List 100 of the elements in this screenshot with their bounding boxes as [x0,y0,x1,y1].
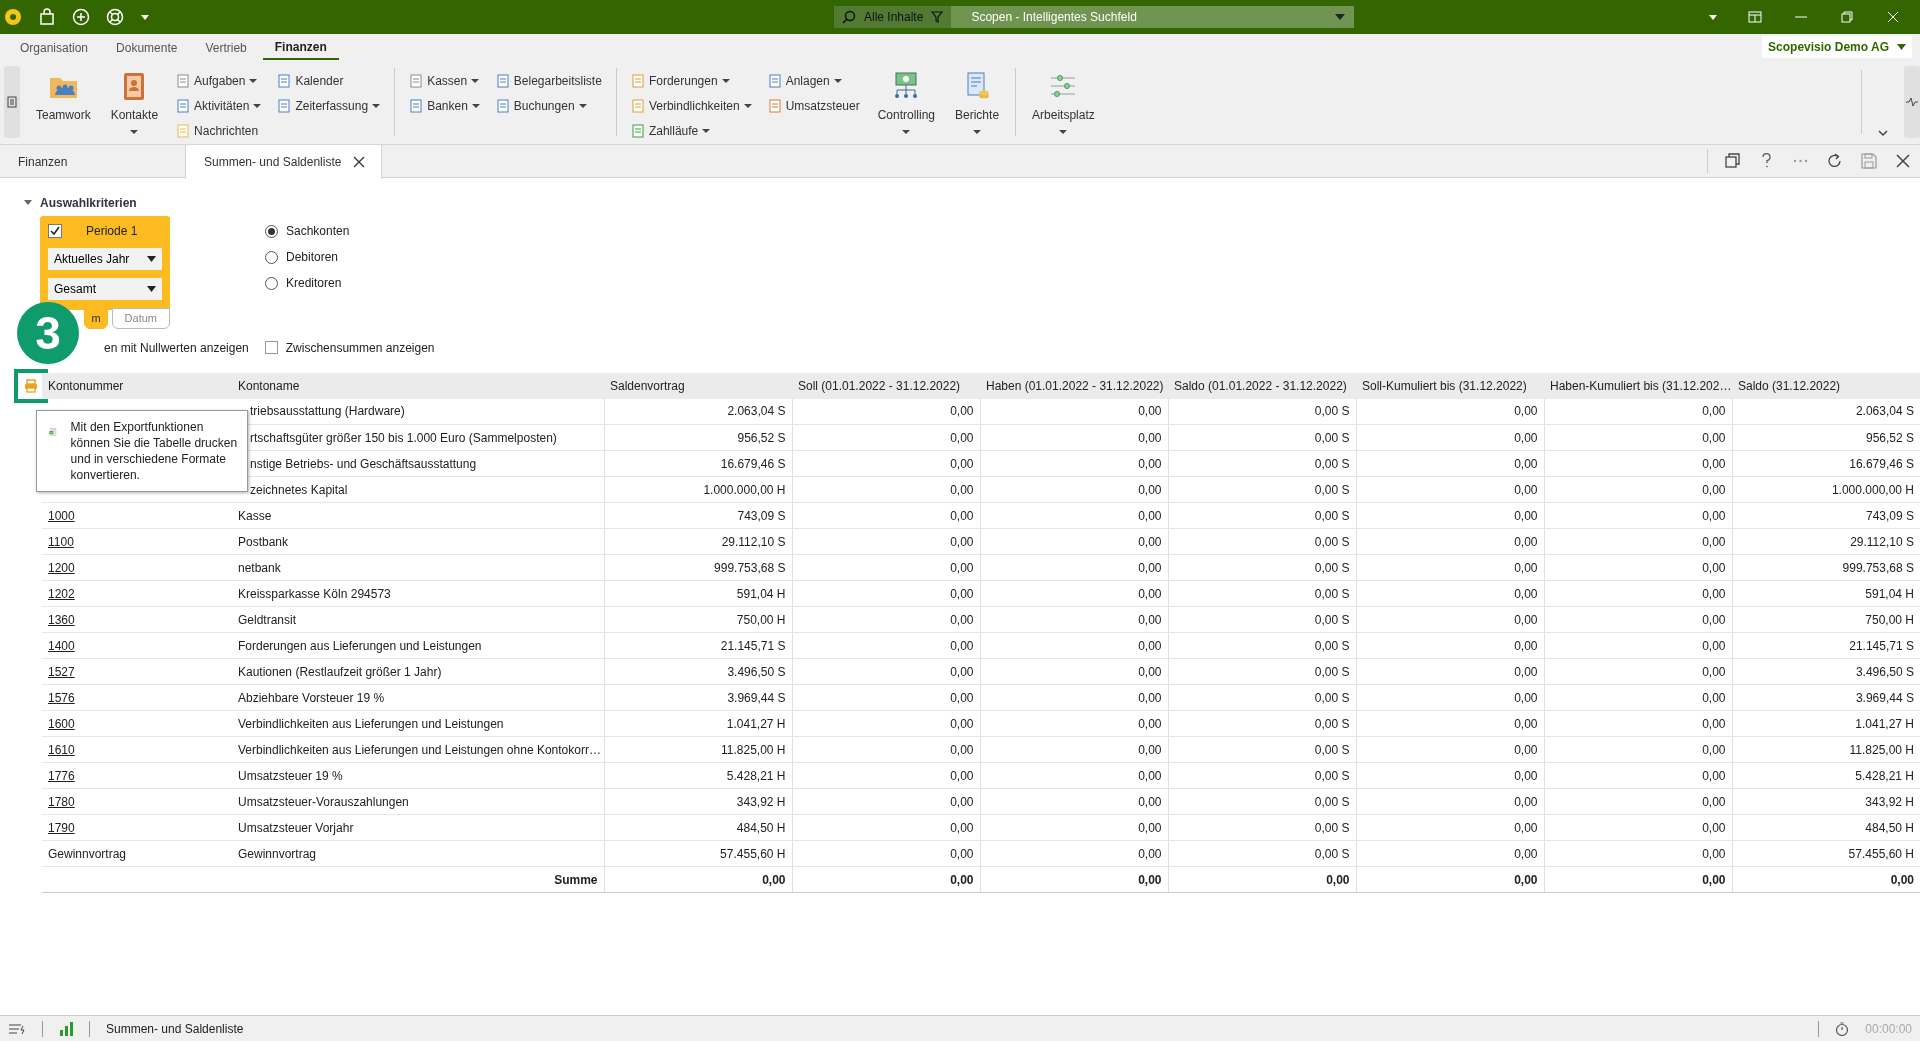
plus-icon[interactable] [72,8,90,26]
ribbon-button[interactable]: Banken [405,93,484,118]
ribbon-button[interactable]: Teamwork [30,68,97,126]
caret-icon[interactable] [140,13,150,21]
ribbon-button[interactable]: Anlagen [763,68,864,93]
copy-icon[interactable] [1724,152,1742,170]
ribbon-button[interactable]: Forderungen [626,68,756,93]
table-cell: 0,00 [1138,716,1162,731]
account-link[interactable]: 1527 [48,664,75,679]
search-field[interactable]: Alle Inhalte Scopen - Intelligentes Suchfeld [834,6,1354,28]
stopwatch-icon [1835,1021,1850,1036]
table-cell: 0,00 [1514,872,1538,887]
caret-icon[interactable] [1334,13,1346,21]
radio-button[interactable] [265,224,278,238]
account-link[interactable]: 1360 [48,612,75,627]
column-header[interactable]: Soll-Kumuliert bis (31.12.2022) [1356,372,1544,399]
document-tab[interactable]: Summen- und Saldenliste [185,145,383,179]
table-cell: 1.000.000,00 H [1831,482,1914,497]
table-cell: Umsatzsteuer-Vorauszahlungen [238,794,409,809]
ribbon-button[interactable]: Zeiterfassung [273,93,385,118]
account-link[interactable]: 1610 [48,742,75,757]
ribbon-button[interactable]: Belegarbeitsliste [491,68,606,93]
ribbon-button[interactable]: Berichte [949,68,1006,136]
scope-button[interactable]: Alle Inhalte [834,6,952,28]
ribbon-button[interactable]: Aufgaben [172,68,266,93]
table-cell: 0,00 S [1314,456,1350,471]
ribbon-button[interactable]: Nachrichten [172,118,266,143]
table-cell: 0,00 [950,430,974,445]
account-link[interactable]: 1100 [48,534,74,549]
account-link[interactable]: 1776 [48,768,75,783]
restore-icon[interactable] [1838,8,1856,26]
ribbon-button[interactable]: Aktivitäten [172,93,266,118]
table-cell: 0,00 [950,456,974,471]
bar-chart-icon[interactable] [59,1021,73,1036]
table-cell: 0,00 [950,664,974,679]
table-cell: 0,00 [1514,586,1538,601]
table-cell: 0,00 [1138,560,1162,575]
column-header[interactable]: Saldo (01.01.2022 - 31.12.2022) [1168,372,1356,399]
ribbon-button[interactable]: Zahlläufe [626,118,756,143]
table-cell: 0,00 [1702,430,1726,445]
document-icon [767,73,782,88]
table-cell: 0,00 [1514,716,1538,731]
dropdown[interactable]: Gesamt [48,278,162,300]
account-link[interactable]: 1400 [48,638,75,653]
table-cell: 0,00 [1514,430,1538,445]
menu-tab[interactable]: Organisation [8,34,101,60]
caret-icon[interactable] [1708,13,1718,21]
column-header[interactable]: Saldenvortrag [604,372,792,399]
refresh-icon[interactable] [1826,152,1844,170]
account-link[interactable]: 1000 [48,508,75,523]
table-cell: 0,00 [950,768,974,783]
document-icon [630,73,645,88]
bag-icon[interactable] [38,8,56,26]
ribbon-button[interactable]: Buchungen [491,93,606,118]
account-link[interactable]: 1576 [48,690,75,705]
column-header[interactable]: Kontoname [232,372,604,399]
checkbox[interactable] [48,224,62,238]
account-link[interactable]: 1790 [48,820,75,835]
ribbon-button[interactable]: Umsatzsteuer [763,93,864,118]
document-tab[interactable]: Finanzen [0,145,185,178]
menu-tab[interactable]: Vertrieb [193,34,259,60]
dropdown[interactable]: Aktuelles Jahr [48,248,162,270]
table-cell: 0,00 [1514,846,1538,861]
checkbox[interactable] [264,341,278,354]
close-icon[interactable] [353,156,366,168]
column-header[interactable]: Soll (01.01.2022 - 31.12.2022) [792,372,980,399]
column-header[interactable]: Haben-Kumuliert bis (31.12.202… [1544,372,1732,399]
ribbon-button[interactable]: Kontakte [104,68,165,136]
column-header[interactable]: Haben (01.01.2022 - 31.12.2022) [980,372,1168,399]
account-link[interactable]: 1202 [48,586,75,601]
table-cell: 343,92 H [1865,794,1914,809]
ribbon-button[interactable]: Kalender [273,68,385,93]
radio-button[interactable] [265,276,278,290]
table-cell: 743,09 S [1865,508,1914,523]
menu-tab[interactable]: Dokumente [104,34,190,60]
radio-button[interactable] [265,250,278,264]
table-cell: 0,00 [950,846,974,861]
timer-text: 00:00:00 [1865,1020,1912,1038]
section-title[interactable]: Auswahlkriterien [40,194,137,212]
column-header[interactable]: Kontonummer [42,372,232,399]
table-cell: 29.112,10 S [721,534,786,549]
table-cell: netbank [238,560,281,575]
company-dropdown[interactable]: Scopevisio Demo AG [1762,36,1912,58]
column-header[interactable]: Saldo (31.12.2022) [1732,372,1920,399]
period-tab[interactable]: Datum [111,308,170,329]
ribbon-button[interactable]: Kassen [405,68,484,93]
table-cell: Geldtransit [238,612,297,627]
account-link[interactable]: 1600 [48,716,75,731]
filter-icon [931,11,944,23]
ribbon-button[interactable]: Arbeitsplatz [1026,68,1101,136]
list-icon[interactable] [8,1021,26,1036]
period-tab[interactable]: m [84,308,108,329]
account-link[interactable]: 1200 [48,560,75,575]
ribbon-button[interactable]: Verbindlichkeiten [626,93,756,118]
lifebuoy-icon[interactable] [106,8,124,26]
close-icon[interactable] [1894,152,1912,170]
collapse-icon[interactable] [24,199,32,207]
ribbon-button[interactable]: Controlling [871,68,942,136]
window-icon[interactable] [1746,8,1764,26]
account-link[interactable]: 1780 [48,794,75,809]
